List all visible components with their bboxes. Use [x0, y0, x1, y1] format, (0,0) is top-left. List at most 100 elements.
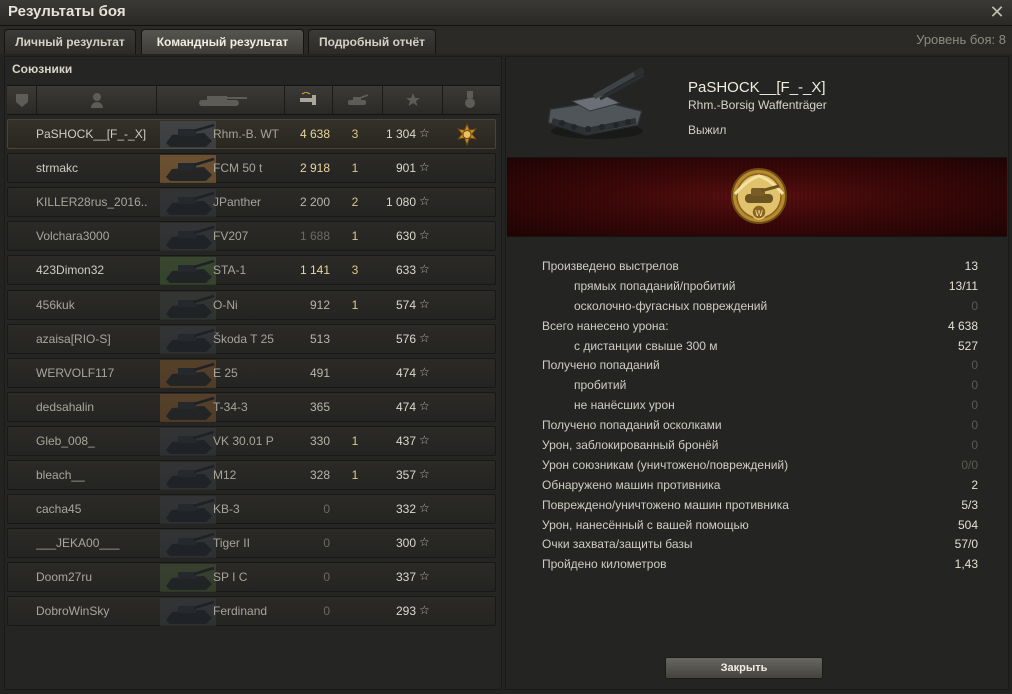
- vehicle-name: VK 30.01 P: [213, 433, 274, 448]
- xp-value: 1 304: [385, 127, 416, 141]
- tab-personal-result[interactable]: Личный результат: [4, 29, 136, 54]
- stat-value: 0: [971, 418, 978, 433]
- xp-star-icon: ☆: [419, 569, 430, 584]
- xp-star-icon: ☆: [419, 228, 430, 243]
- tank-icon: [160, 496, 216, 525]
- player-row[interactable]: DobroWinSky Ferdinand 0 293 ☆: [7, 596, 496, 627]
- stat-value: 0: [971, 378, 978, 393]
- tank-icon: [160, 598, 216, 627]
- damage-value: 2 918: [299, 161, 330, 176]
- stat-label: Обнаружено машин противника: [542, 477, 721, 492]
- player-row[interactable]: ___JEKA00___ Tiger II 0 300 ☆: [7, 528, 496, 559]
- stat-value: 527: [957, 338, 978, 353]
- xp-star-icon: ☆: [419, 160, 430, 175]
- vehicle-name: M12: [213, 468, 237, 482]
- allies-label: Союзники: [12, 62, 73, 76]
- tank-icon: [160, 530, 216, 559]
- xp-value: 474: [395, 399, 416, 414]
- player-row[interactable]: Doom27ru SP I C 0 337 ☆: [7, 562, 496, 593]
- player-row[interactable]: WERVOLF117 E 25 491 474 ☆: [7, 357, 496, 388]
- stat-label: не нанёсших урон: [574, 398, 675, 413]
- vehicle-name: STA-1: [213, 263, 247, 278]
- player-row[interactable]: 423Dimon32 STA-1 1 141 3 633 ☆: [7, 255, 496, 286]
- player-name: Gleb_008_: [36, 433, 95, 448]
- close-button[interactable]: Закрыть: [665, 657, 823, 679]
- player-row[interactable]: cacha45 KB-3 0 332 ☆: [7, 494, 496, 525]
- player-row[interactable]: azaisa[RIO-S] Škoda T 25 513 576 ☆: [7, 323, 496, 354]
- player-name: Doom27ru: [36, 570, 93, 585]
- close-icon[interactable]: ✕: [986, 1, 1008, 23]
- xp-value: 357: [395, 468, 416, 482]
- achievement-medal-icon[interactable]: [455, 123, 479, 147]
- xp-value: 300: [395, 536, 416, 551]
- xp-star-icon: ☆: [419, 262, 430, 277]
- vehicle-name: E 25: [213, 365, 238, 380]
- tank-icon: [160, 121, 216, 149]
- damage-icon[interactable]: [285, 86, 333, 114]
- vehicle-name: O-Ni: [213, 297, 238, 312]
- tank-icon: [160, 462, 216, 490]
- vehicle-icon[interactable]: [157, 86, 285, 114]
- stat-value: 0: [971, 358, 978, 373]
- player-row[interactable]: 456kuk O-Ni 912 1 574 ☆: [7, 289, 496, 320]
- player-detail-panel: PaSHOCK__[F_-_X] Rhm.-Borsig Waffenträge…: [505, 56, 1009, 690]
- kills-value: 2: [351, 195, 359, 210]
- player-name: PaSHOCK__[F_-_X]: [36, 127, 147, 141]
- xp-value: 630: [395, 229, 416, 244]
- player-row[interactable]: bleach__ M12 328 1 357 ☆: [7, 460, 496, 490]
- xp-star-icon: ☆: [419, 535, 430, 550]
- stat-value: 1,43: [954, 557, 978, 572]
- damage-value: 491: [309, 365, 330, 380]
- player-name: WERVOLF117: [36, 365, 115, 380]
- tab-bar: Личный результат Командный результат Под…: [0, 26, 1012, 54]
- kills-value: 1: [351, 433, 359, 448]
- stat-row: Пройдено километров 1,43: [542, 555, 978, 575]
- xp-value: 332: [395, 502, 416, 517]
- detail-status: Выжил: [688, 123, 727, 137]
- frags-icon[interactable]: [333, 86, 383, 114]
- stat-label: Урон союзникам (уничтожено/повреждений): [542, 457, 789, 472]
- vehicle-image: [547, 67, 645, 139]
- stat-label: прямых попаданий/пробитий: [574, 278, 736, 293]
- stat-label: Урон, нанесённый с вашей помощью: [542, 517, 749, 532]
- kills-value: 3: [351, 127, 359, 141]
- vehicle-name: KB-3: [213, 502, 240, 517]
- player-row[interactable]: strmakc FCM 50 t 2 918 1 901 ☆: [7, 153, 496, 184]
- vehicle-name: Tiger II: [213, 536, 250, 551]
- tank-icon: [160, 393, 216, 422]
- player-name: KILLER28rus_2016..: [36, 195, 148, 210]
- svg-text:W: W: [755, 209, 763, 218]
- stat-label: Повреждено/уничтожено машин противника: [542, 497, 789, 512]
- damage-value: 912: [309, 297, 330, 312]
- player-row[interactable]: Gleb_008_ VK 30.01 P 330 1 437 ☆: [7, 425, 496, 456]
- team-panel: Союзники PaSHOCK__[F_-_X] Rhm.-B. WT 4 638…: [4, 56, 502, 690]
- player-name: ___JEKA00___: [36, 536, 120, 551]
- xp-star-icon[interactable]: [383, 86, 443, 114]
- player-row[interactable]: Volchara3000 FV207 1 688 1 630 ☆: [7, 221, 496, 252]
- xp-star-icon: ☆: [419, 432, 430, 447]
- vehicle-name: Ferdinand: [213, 604, 268, 619]
- stat-row: Получено попаданий 0: [542, 356, 978, 376]
- tank-icon: [160, 564, 216, 593]
- xp-value: 633: [395, 263, 416, 278]
- squad-icon[interactable]: [7, 86, 37, 114]
- stat-value: 5/3: [961, 497, 978, 512]
- tab-team-result[interactable]: Командный результат: [141, 29, 304, 54]
- xp-star-icon: ☆: [419, 398, 430, 413]
- player-row[interactable]: PaSHOCK__[F_-_X] Rhm.-B. WT 4 638 3 1 304 ☆: [7, 119, 496, 149]
- player-name: 456kuk: [36, 297, 75, 312]
- tank-icon: [160, 223, 216, 252]
- stat-label: пробитий: [574, 378, 627, 393]
- player-row[interactable]: dedsahalin T-34-3 365 474 ☆: [7, 391, 496, 422]
- xp-star-icon: ☆: [419, 501, 430, 516]
- player-row[interactable]: KILLER28rus_2016.. JPanther 2 200 2 1 080 ☆: [7, 187, 496, 218]
- high-caliber-medal-icon[interactable]: W: [727, 164, 791, 230]
- medal-icon[interactable]: [443, 86, 497, 114]
- xp-star-icon: ☆: [419, 330, 430, 345]
- kills-value: 1: [351, 161, 359, 176]
- stat-value: 57/0: [954, 537, 978, 552]
- player-icon[interactable]: [37, 86, 157, 114]
- kills-value: 1: [351, 297, 359, 312]
- stat-label: с дистанции свыше 300 м: [574, 338, 718, 353]
- tab-detailed-report[interactable]: Подробный отчёт: [308, 29, 436, 54]
